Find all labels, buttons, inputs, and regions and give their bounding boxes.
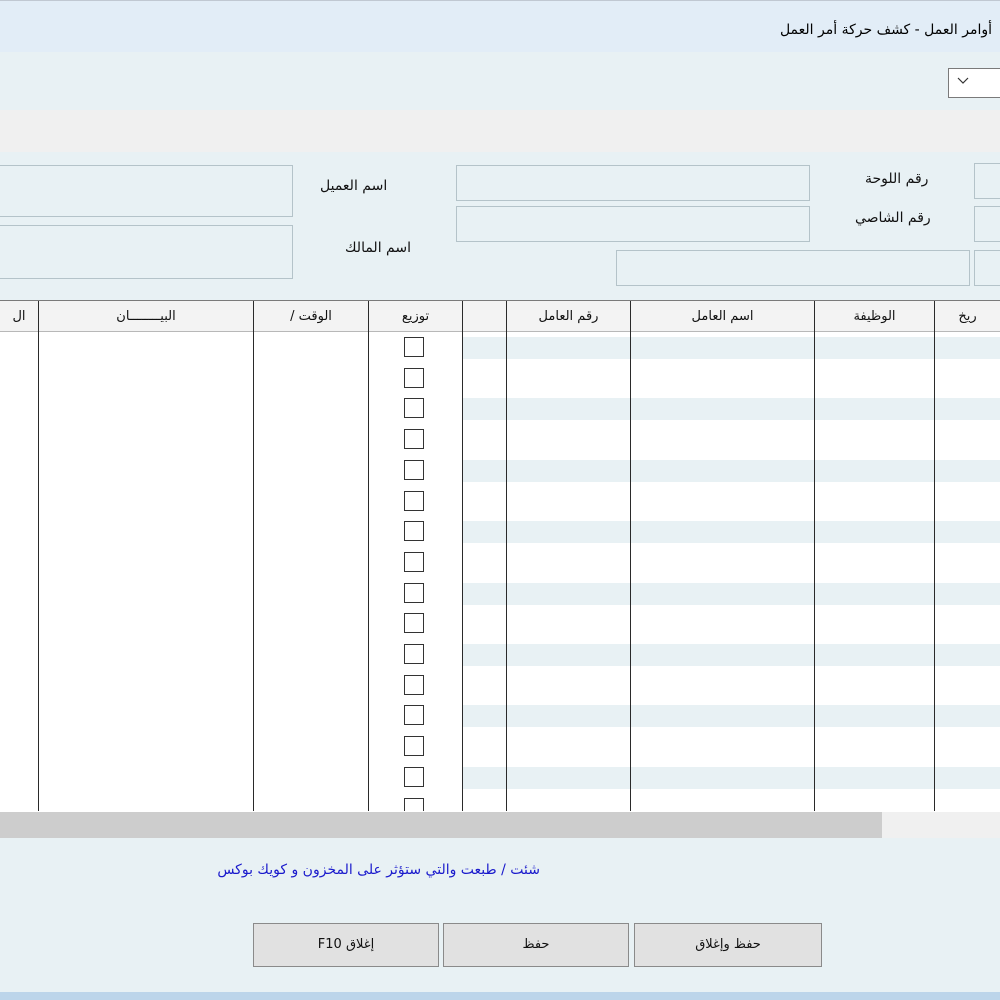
info-note: شئت / طبعت والتي ستؤثر على المخزون و كوي…	[217, 862, 540, 878]
distribute-checkbox[interactable]	[404, 613, 424, 634]
customer-name-label: اسم العميل	[320, 178, 388, 194]
col-divider	[368, 301, 369, 811]
grid-row-stripe	[463, 337, 1000, 359]
col-divider	[934, 301, 935, 811]
distribute-checkbox[interactable]	[404, 705, 424, 726]
distribute-checkbox[interactable]	[404, 736, 424, 757]
distribute-checkbox[interactable]	[404, 797, 424, 811]
chevron-down-icon	[957, 74, 969, 89]
grid-row-stripe	[463, 644, 1000, 666]
grid-row-stripe	[463, 705, 1000, 728]
data-grid[interactable]	[0, 300, 1000, 812]
col-header-distribute[interactable]: توزيع	[369, 301, 462, 332]
distribute-checkbox[interactable]	[404, 521, 424, 542]
col-divider	[38, 301, 39, 811]
close-f10-button[interactable]: إغلاق F10	[253, 923, 439, 967]
distribute-checkbox[interactable]	[404, 398, 424, 419]
owner-name-field[interactable]	[0, 225, 293, 279]
col-header-0[interactable]: ال	[0, 301, 38, 332]
plate-number-field[interactable]	[974, 163, 1000, 199]
distribute-checkbox[interactable]	[404, 490, 424, 511]
col-header-date[interactable]: ريخ	[935, 301, 1000, 332]
grid-row-stripe	[463, 582, 1000, 605]
distribute-checkbox[interactable]	[404, 551, 424, 572]
work-order-dropdown[interactable]	[948, 68, 1000, 98]
extra-field[interactable]	[616, 250, 970, 286]
col-header-description[interactable]: البيــــــــان	[39, 301, 253, 332]
grid-row-stripe	[463, 521, 1000, 544]
owner-name-input[interactable]	[456, 206, 810, 242]
distribute-checkbox[interactable]	[404, 459, 424, 480]
col-header-blank[interactable]	[463, 301, 506, 332]
scrollbar-thumb[interactable]	[0, 812, 882, 838]
grid-row-stripe	[463, 766, 1000, 789]
grid-row-stripe	[463, 459, 1000, 482]
save-button[interactable]: حفظ	[443, 923, 629, 967]
col-header-job[interactable]: الوظيفة	[815, 301, 934, 332]
plate-number-label: رقم اللوحة	[865, 171, 929, 187]
window-title: أوامر العمل - كشف حركة أمر العمل	[779, 22, 992, 38]
save-close-button[interactable]: حفظ وإغلاق	[634, 923, 822, 967]
distribute-checkbox[interactable]	[404, 337, 424, 357]
bottom-bar	[0, 992, 1000, 1000]
col-divider	[814, 301, 815, 811]
col-divider	[506, 301, 507, 811]
distribute-checkbox[interactable]	[404, 674, 424, 695]
col-header-worker-name[interactable]: اسم العامل	[631, 301, 814, 332]
col-divider	[630, 301, 631, 811]
extra-right-field[interactable]	[974, 250, 1000, 286]
owner-name-label: اسم المالك	[345, 240, 411, 256]
distribute-checkbox[interactable]	[404, 766, 424, 787]
col-divider	[253, 301, 254, 811]
gray-strip	[0, 110, 1000, 152]
distribute-checkbox[interactable]	[404, 582, 424, 603]
chassis-number-label: رقم الشاصي	[855, 210, 931, 226]
grid-row-stripe	[463, 398, 1000, 421]
distribute-checkbox[interactable]	[404, 644, 424, 664]
distribute-checkbox[interactable]	[404, 429, 424, 450]
toolbar-area	[0, 52, 1000, 110]
customer-name-field[interactable]	[0, 165, 293, 217]
col-header-worker-number[interactable]: رقم العامل	[507, 301, 630, 332]
chassis-number-field[interactable]	[974, 206, 1000, 242]
customer-name-input[interactable]	[456, 165, 810, 201]
col-divider	[462, 301, 463, 811]
distribute-checkbox[interactable]	[404, 367, 424, 388]
col-header-time[interactable]: الوقت /	[254, 301, 368, 332]
